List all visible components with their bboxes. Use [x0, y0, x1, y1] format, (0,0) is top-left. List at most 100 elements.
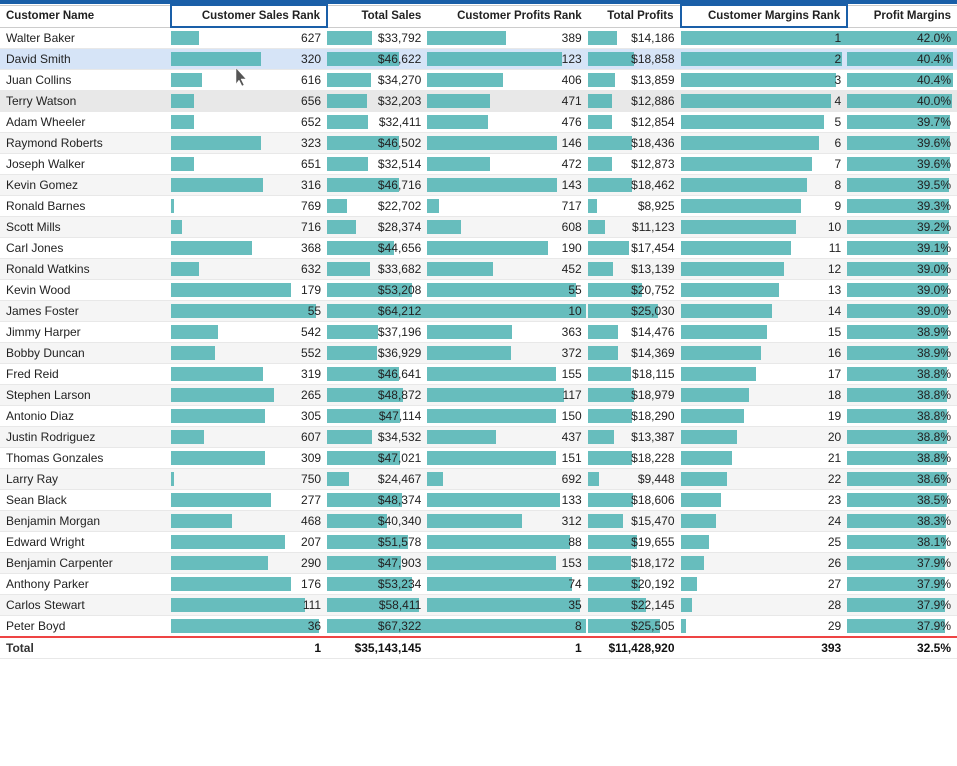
- table-row: Adam Wheeler652$32,411476$12,854539.7%: [0, 112, 957, 133]
- table-row: Kevin Wood179$53,20855$20,7521339.0%: [0, 280, 957, 301]
- table-row: Larry Ray750$24,467692$9,4482238.6%: [0, 469, 957, 490]
- cell-profits-rank: 437: [427, 427, 587, 448]
- col-header-margins-rank[interactable]: Customer Margins Rank: [681, 5, 848, 27]
- col-header-total-profits[interactable]: Total Profits: [588, 5, 681, 27]
- cell-margins-rank: 11: [681, 238, 848, 259]
- col-header-total-sales[interactable]: Total Sales: [327, 5, 427, 27]
- cell-profits-rank: 190: [427, 238, 587, 259]
- cell-total-profits: $12,873: [588, 154, 681, 175]
- cell-name: David Smith: [0, 49, 171, 70]
- table-container: Customer Name Customer Sales Rank Total …: [0, 0, 957, 766]
- col-header-name[interactable]: Customer Name: [0, 5, 171, 27]
- cell-total-sales: $28,374: [327, 217, 427, 238]
- cell-total-profits: $22,145: [588, 595, 681, 616]
- cell-name: Stephen Larson: [0, 385, 171, 406]
- cell-sales-rank: 277: [171, 490, 327, 511]
- cell-profit-margins: 38.8%: [847, 385, 957, 406]
- cell-margins-rank: 19: [681, 406, 848, 427]
- cell-sales-rank: 627: [171, 27, 327, 49]
- cell-profit-margins: 38.8%: [847, 448, 957, 469]
- cell-profit-margins: 37.9%: [847, 574, 957, 595]
- cell-profits-rank: 150: [427, 406, 587, 427]
- cell-profits-rank: 146: [427, 133, 587, 154]
- cell-profits-rank: 35: [427, 595, 587, 616]
- cell-total-profits: $12,886: [588, 91, 681, 112]
- cell-total-profits: $18,858: [588, 49, 681, 70]
- cell-sales-rank: 176: [171, 574, 327, 595]
- cell-total-sales: $58,411: [327, 595, 427, 616]
- cell-total-sales: $64,212: [327, 301, 427, 322]
- table-row: Ronald Barnes769$22,702717$8,925939.3%: [0, 196, 957, 217]
- cell-sales-rank: 316: [171, 175, 327, 196]
- cell-name: Benjamin Carpenter: [0, 553, 171, 574]
- cell-profits-rank: 608: [427, 217, 587, 238]
- cell-profits-rank: 151: [427, 448, 587, 469]
- cell-total-sales: $40,340: [327, 511, 427, 532]
- col-header-profit-margins[interactable]: Profit Margins: [847, 5, 957, 27]
- cell-name: Carl Jones: [0, 238, 171, 259]
- cell-total-sales: $36,929: [327, 343, 427, 364]
- cell-margins-rank: 29: [681, 616, 848, 638]
- cell-margins-rank: 21: [681, 448, 848, 469]
- table-row: Scott Mills716$28,374608$11,1231039.2%: [0, 217, 957, 238]
- cell-profit-margins: 39.0%: [847, 259, 957, 280]
- cell-profits-rank: 153: [427, 553, 587, 574]
- cell-profit-margins: 37.9%: [847, 595, 957, 616]
- total-cell: 393: [681, 637, 848, 659]
- cell-margins-rank: 1: [681, 27, 848, 49]
- cell-total-profits: $9,448: [588, 469, 681, 490]
- cell-margins-rank: 12: [681, 259, 848, 280]
- cell-name: Sean Black: [0, 490, 171, 511]
- cell-profit-margins: 40.4%: [847, 70, 957, 91]
- cell-total-sales: $44,656: [327, 238, 427, 259]
- cell-sales-rank: 552: [171, 343, 327, 364]
- cell-margins-rank: 27: [681, 574, 848, 595]
- col-header-sales-rank[interactable]: Customer Sales Rank: [171, 5, 327, 27]
- cell-total-profits: $17,454: [588, 238, 681, 259]
- cell-sales-rank: 368: [171, 238, 327, 259]
- cell-profits-rank: 312: [427, 511, 587, 532]
- cell-margins-rank: 17: [681, 364, 848, 385]
- cell-total-sales: $47,903: [327, 553, 427, 574]
- cell-profit-margins: 39.0%: [847, 301, 957, 322]
- total-cell: Total: [0, 637, 171, 659]
- cell-total-profits: $18,172: [588, 553, 681, 574]
- cell-sales-rank: 468: [171, 511, 327, 532]
- cell-sales-rank: 290: [171, 553, 327, 574]
- cell-total-profits: $18,290: [588, 406, 681, 427]
- cell-total-profits: $18,979: [588, 385, 681, 406]
- cell-profits-rank: 10: [427, 301, 587, 322]
- cell-sales-rank: 656: [171, 91, 327, 112]
- total-cell: $11,428,920: [588, 637, 681, 659]
- col-header-profits-rank[interactable]: Customer Profits Rank: [427, 5, 587, 27]
- data-table: Customer Name Customer Sales Rank Total …: [0, 4, 957, 659]
- cell-margins-rank: 15: [681, 322, 848, 343]
- cell-total-profits: $18,606: [588, 490, 681, 511]
- table-row: Benjamin Carpenter290$47,903153$18,17226…: [0, 553, 957, 574]
- cell-name: Adam Wheeler: [0, 112, 171, 133]
- cell-profit-margins: 39.7%: [847, 112, 957, 133]
- cell-profit-margins: 42.0%: [847, 27, 957, 49]
- cell-name: Joseph Walker: [0, 154, 171, 175]
- table-row: Peter Boyd36$67,3228$25,5052937.9%: [0, 616, 957, 638]
- cell-total-profits: $13,859: [588, 70, 681, 91]
- cell-profit-margins: 38.5%: [847, 490, 957, 511]
- cell-name: Raymond Roberts: [0, 133, 171, 154]
- cell-name: Kevin Gomez: [0, 175, 171, 196]
- table-row: Stephen Larson265$48,872117$18,9791838.8…: [0, 385, 957, 406]
- cell-name: Ronald Barnes: [0, 196, 171, 217]
- cell-margins-rank: 20: [681, 427, 848, 448]
- cell-margins-rank: 2: [681, 49, 848, 70]
- cell-margins-rank: 9: [681, 196, 848, 217]
- cell-profits-rank: 117: [427, 385, 587, 406]
- cell-profit-margins: 39.5%: [847, 175, 957, 196]
- cell-total-profits: $20,752: [588, 280, 681, 301]
- cell-profits-rank: 372: [427, 343, 587, 364]
- cell-total-sales: $32,514: [327, 154, 427, 175]
- cell-name: Fred Reid: [0, 364, 171, 385]
- cell-profit-margins: 38.8%: [847, 427, 957, 448]
- cell-margins-rank: 6: [681, 133, 848, 154]
- cell-profits-rank: 155: [427, 364, 587, 385]
- table-row: David Smith320$46,622123$18,858240.4%: [0, 49, 957, 70]
- cell-total-profits: $14,476: [588, 322, 681, 343]
